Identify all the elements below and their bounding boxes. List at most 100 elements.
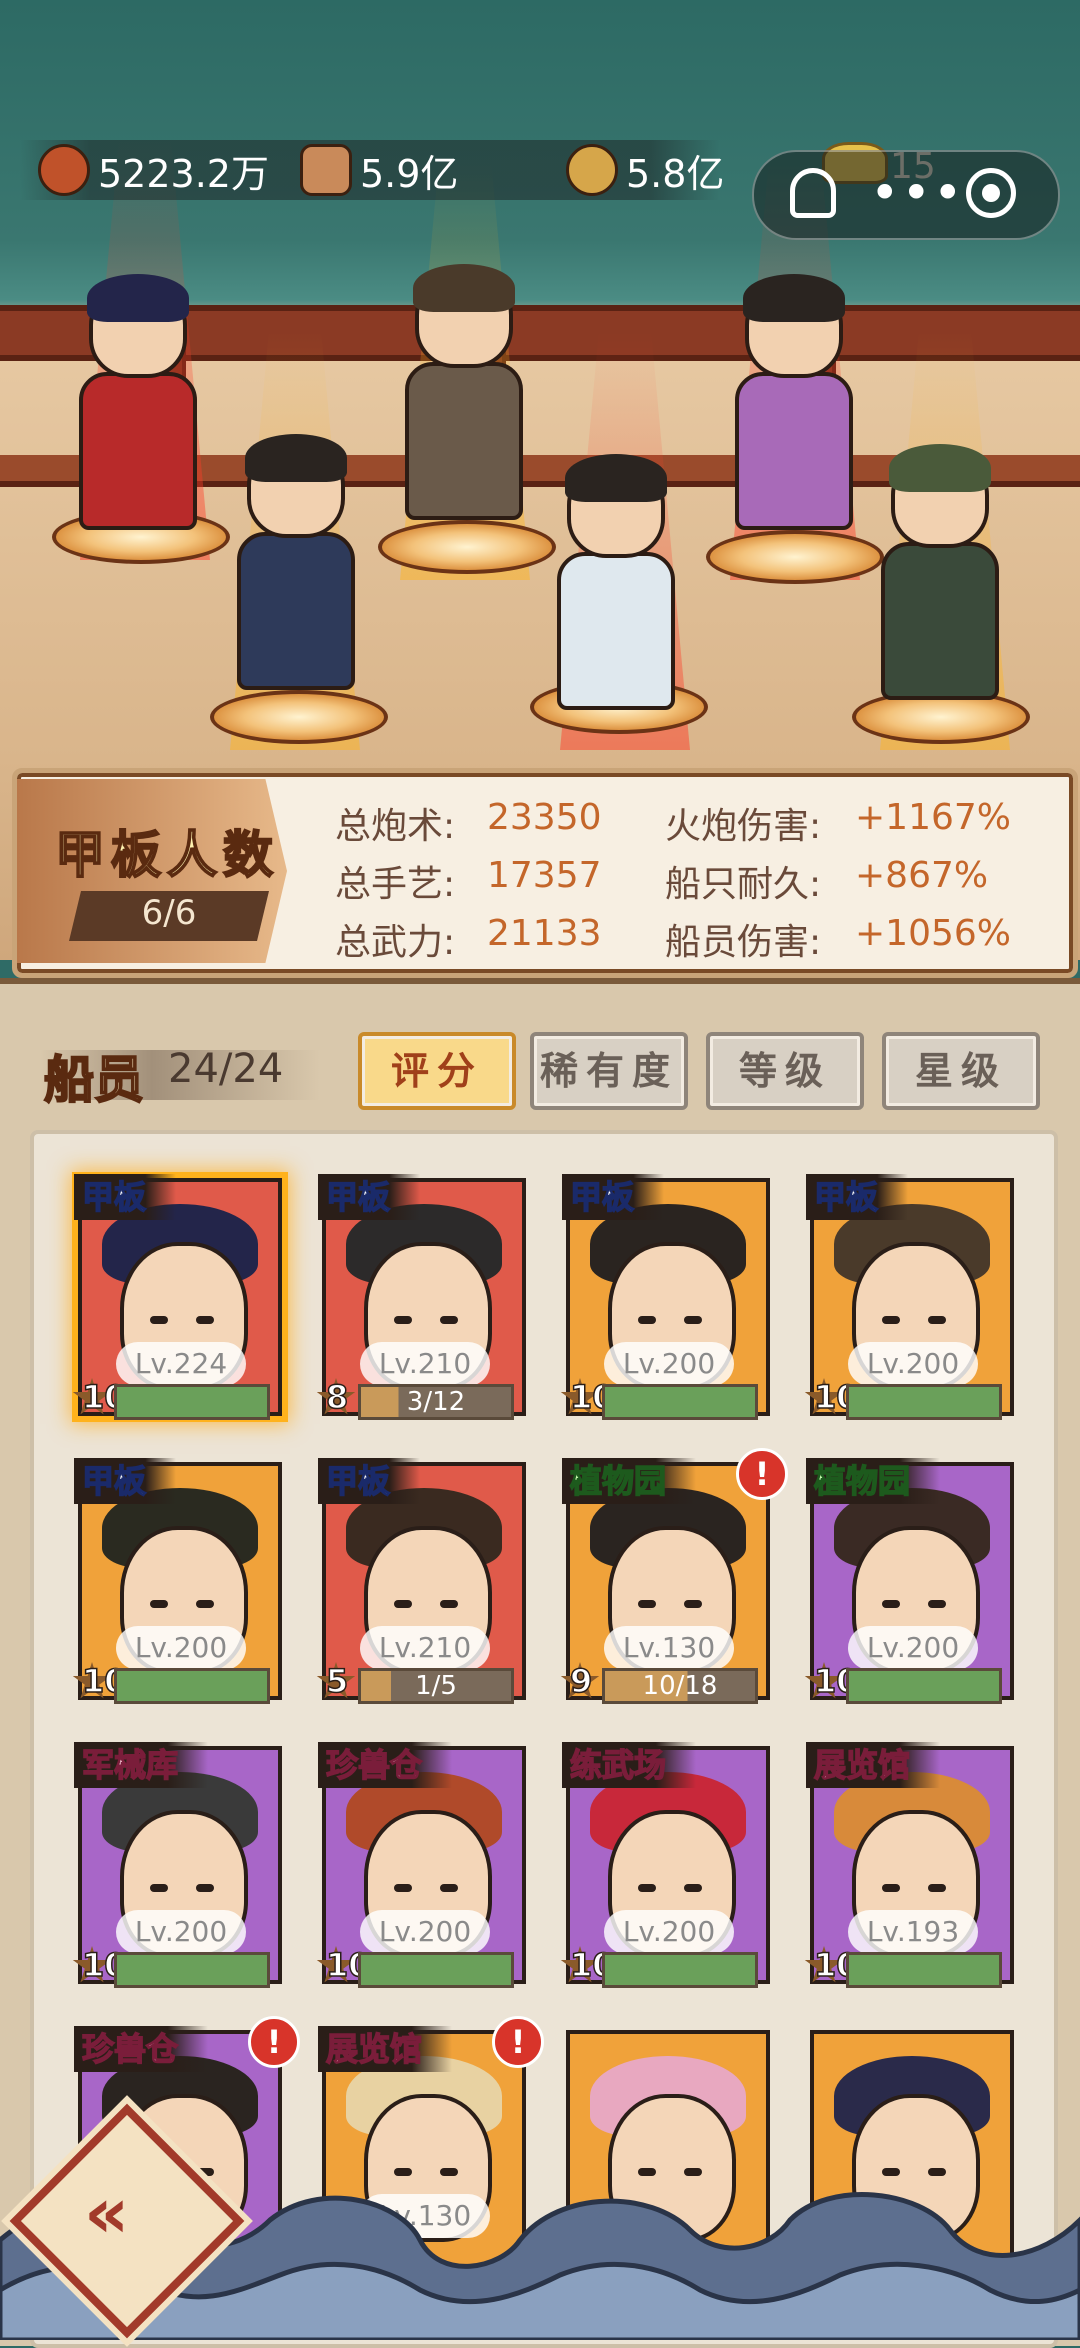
sort-score-button[interactable]: 评分 xyxy=(358,1032,516,1110)
bonus-label: 船员伤害: xyxy=(665,922,822,963)
close-target-icon[interactable] xyxy=(966,168,1016,218)
crew-level: Lv.200 xyxy=(116,1626,246,1670)
star-progress-text: 1/5 xyxy=(415,1671,457,1701)
wood-value: 5.9亿 xyxy=(360,151,459,196)
crew-card[interactable]: Lv.200 甲板 10 xyxy=(560,1174,770,1420)
ghost-icon[interactable] xyxy=(790,168,836,218)
stat-value: 17357 xyxy=(487,855,602,896)
star-level: 8 xyxy=(325,1377,349,1417)
crew-level: Lv.210 xyxy=(360,1342,490,1386)
deck-hero-1[interactable] xyxy=(78,274,198,530)
crew-location-tag: 植物园 xyxy=(562,1458,697,1504)
crew-card[interactable]: Lv.200 军械库 10 xyxy=(72,1742,282,1988)
sort-level-button[interactable]: 等级 xyxy=(706,1032,864,1110)
crew-location-tag: 练武场 xyxy=(562,1742,697,1788)
crew-location-tag: 军械库 xyxy=(74,1742,209,1788)
more-icon[interactable]: ••• xyxy=(870,168,964,218)
star-progress-bar: 10/18 xyxy=(602,1668,758,1704)
stat-label: 总手艺: xyxy=(335,864,456,905)
crew-level: Lv.224 xyxy=(116,1342,246,1386)
coin-value: 5.8亿 xyxy=(626,151,725,196)
bonus-value: +1167% xyxy=(855,797,1011,838)
crew-location-tag: 珍兽仓 xyxy=(74,2026,209,2072)
crew-card[interactable]: Lv.200 植物园 10 xyxy=(804,1458,1014,1704)
star-progress-bar xyxy=(846,1952,1002,1988)
star-level: 9 xyxy=(569,1661,593,1701)
hero-pedestal[interactable] xyxy=(210,690,388,744)
crew-level: Lv.200 xyxy=(116,1910,246,1954)
alert-badge-icon: ! xyxy=(248,2016,300,2068)
star-progress-bar xyxy=(846,1384,1002,1420)
star-level: 5 xyxy=(325,1661,349,1701)
crew-card[interactable]: Lv.224 甲板 10 xyxy=(72,1174,282,1420)
sort-rarity-button[interactable]: 稀有度 xyxy=(530,1032,688,1110)
star-progress-bar xyxy=(602,1952,758,1988)
stat-label: 总炮术: xyxy=(335,806,456,847)
crew-card[interactable]: Lv.200 练武场 10 xyxy=(560,1742,770,1988)
crew-location-tag: 甲板 xyxy=(318,1458,421,1504)
crew-card[interactable]: Lv.210 甲板 5 1/5 xyxy=(316,1458,526,1704)
stat-value: 23350 xyxy=(487,797,602,838)
coin-icon xyxy=(566,144,618,196)
meat-icon xyxy=(38,144,90,196)
deck-stats-panel: 甲板人数 6/6 总炮术: 23350 总手艺: 17357 总武力: 2113… xyxy=(12,768,1078,978)
crew-location-tag: 甲板 xyxy=(74,1458,177,1504)
stat-value: 21133 xyxy=(487,913,602,954)
crew-location-tag: 甲板 xyxy=(318,1174,421,1220)
crew-card[interactable]: Lv.193 展览馆 10 xyxy=(804,1742,1014,1988)
sort-star-button[interactable]: 星级 xyxy=(882,1032,1040,1110)
resource-coin: 5.8亿 xyxy=(566,140,724,200)
crew-level: Lv.200 xyxy=(360,1910,490,1954)
crew-location-tag: 展览馆 xyxy=(806,1742,941,1788)
crew-card[interactable]: Lv.200 珍兽仓 10 xyxy=(316,1742,526,1988)
star-progress-bar xyxy=(114,1668,270,1704)
bonus-label: 火炮伤害: xyxy=(665,806,822,847)
bonus-value: +867% xyxy=(855,855,989,896)
star-progress-bar: 3/12 xyxy=(358,1384,514,1420)
crew-level: Lv.200 xyxy=(604,1910,734,1954)
deck-hero-3[interactable] xyxy=(404,264,524,520)
deck-count: 6/6 xyxy=(141,893,197,933)
hero-pedestal[interactable] xyxy=(378,520,556,574)
crew-location-tag: 甲板 xyxy=(562,1174,665,1220)
deck-title: 甲板人数 xyxy=(54,824,279,885)
bonus-value: +1056% xyxy=(855,913,1011,954)
crew-level: Lv.200 xyxy=(848,1342,978,1386)
crew-card[interactable]: Lv.130 植物园! 9 10/18 xyxy=(560,1448,788,1704)
meat-value: 5223.2万 xyxy=(98,151,269,196)
crew-level: Lv.200 xyxy=(604,1342,734,1386)
star-progress-bar xyxy=(358,1952,514,1988)
crew-level: Lv.130 xyxy=(604,1626,734,1670)
crew-location-tag: 植物园 xyxy=(806,1458,941,1504)
alert-badge-icon: ! xyxy=(736,1448,788,1500)
star-progress-text: 10/18 xyxy=(642,1671,718,1701)
deck-hero-4[interactable] xyxy=(556,454,676,710)
star-progress-bar xyxy=(846,1668,1002,1704)
hero-pedestal[interactable] xyxy=(706,530,884,584)
deck-hero-2[interactable] xyxy=(236,434,356,690)
wood-icon xyxy=(300,144,352,196)
alert-badge-icon: ! xyxy=(492,2016,544,2068)
stat-label: 总武力: xyxy=(335,922,456,963)
crew-label: 船员 xyxy=(43,1049,145,1110)
deck-hero-5[interactable] xyxy=(734,274,854,530)
crew-card[interactable]: Lv.200 甲板 10 xyxy=(804,1174,1014,1420)
deck-hero-6[interactable] xyxy=(880,444,1000,700)
crew-card[interactable]: Lv.200 甲板 10 xyxy=(72,1458,282,1704)
crew-location-tag: 甲板 xyxy=(806,1174,909,1220)
bonus-label: 船只耐久: xyxy=(665,864,822,905)
star-progress-bar: 1/5 xyxy=(358,1668,514,1704)
crew-level: Lv.193 xyxy=(848,1910,978,1954)
crew-location-tag: 展览馆 xyxy=(318,2026,453,2072)
star-progress-text: 3/12 xyxy=(406,1387,466,1417)
crew-card[interactable]: Lv.210 甲板 8 3/12 xyxy=(316,1174,526,1420)
back-arrow-icon: « xyxy=(84,2172,130,2254)
star-progress-bar xyxy=(114,1952,270,1988)
resource-wood: 5.9亿 xyxy=(300,140,458,200)
star-progress-bar xyxy=(114,1384,270,1420)
crew-location-tag: 甲板 xyxy=(74,1174,177,1220)
star-progress-bar xyxy=(602,1384,758,1420)
crew-level: Lv.200 xyxy=(848,1626,978,1670)
crew-level: Lv.210 xyxy=(360,1626,490,1670)
crew-count: 24/24 xyxy=(168,1046,284,1092)
